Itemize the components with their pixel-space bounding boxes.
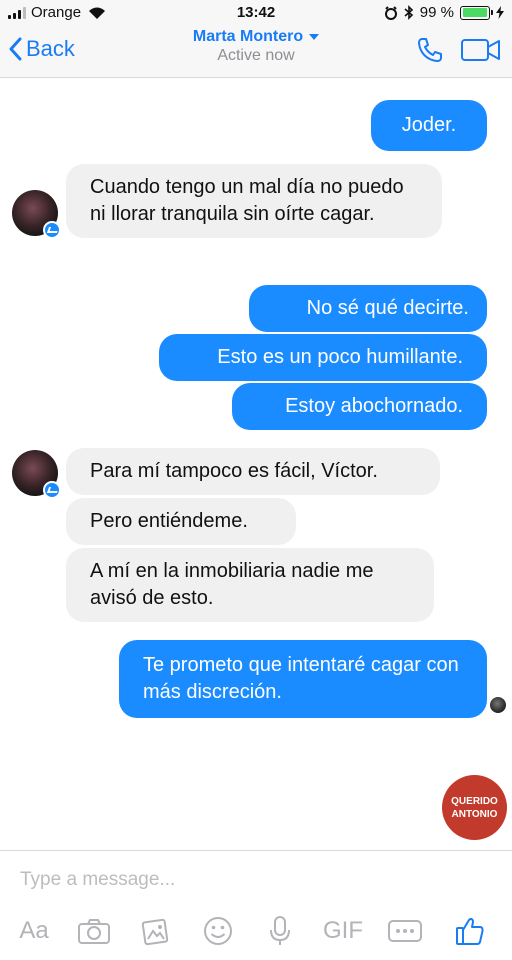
message-outgoing[interactable]: Esto es un poco humillante. — [159, 334, 487, 381]
thumbs-up-icon — [456, 917, 484, 945]
status-right: 99 % — [384, 4, 504, 21]
status-bar: Orange 13:42 99 % — [0, 0, 512, 28]
watermark-line-1: QUERIDO — [451, 795, 498, 807]
microphone-button[interactable] — [260, 909, 300, 953]
video-camera-icon[interactable] — [460, 37, 502, 63]
messenger-badge-icon — [43, 481, 61, 499]
phone-icon[interactable] — [416, 36, 444, 64]
gallery-icon — [141, 918, 169, 946]
message-outgoing[interactable]: Joder. — [371, 100, 487, 151]
message-incoming[interactable]: Cuando tengo un mal día no puedo ni llor… — [66, 164, 442, 238]
message-outgoing[interactable]: No sé qué decirte. — [249, 285, 487, 332]
more-icon — [388, 920, 422, 942]
composer-toolbar: Aa GIF — [0, 909, 512, 953]
watermark-logo: QUERIDO ANTONIO — [442, 775, 507, 840]
message-outgoing[interactable]: Te prometo que intentaré cagar con más d… — [119, 640, 487, 718]
alarm-clock-icon — [384, 5, 397, 20]
camera-icon — [78, 919, 110, 944]
caret-down-icon — [309, 33, 320, 40]
gif-label: GIF — [323, 917, 363, 944]
bluetooth-icon — [404, 5, 413, 20]
message-list[interactable]: Joder. Cuando tengo un mal día no puedo … — [0, 78, 512, 850]
charging-bolt-icon — [496, 6, 504, 19]
composer: Aa — [0, 850, 512, 960]
emoji-icon — [204, 917, 232, 945]
text-format-button[interactable]: Aa — [14, 909, 54, 953]
watermark-line-2: ANTONIO — [451, 808, 498, 820]
more-button[interactable] — [384, 909, 426, 953]
battery-icon — [460, 5, 493, 20]
gif-button[interactable]: GIF — [318, 909, 368, 953]
battery-fill — [462, 8, 488, 17]
message-incoming[interactable]: Pero entiéndeme. — [66, 498, 296, 545]
microphone-icon — [270, 916, 290, 945]
message-incoming[interactable]: Para mí tampoco es fácil, Víctor. — [66, 448, 440, 495]
emoji-button[interactable] — [198, 909, 238, 953]
contact-avatar[interactable] — [12, 450, 61, 499]
text-format-label: Aa — [19, 917, 49, 944]
like-button[interactable] — [450, 909, 490, 953]
header-actions — [416, 36, 502, 64]
contact-avatar[interactable] — [12, 190, 61, 239]
messenger-badge-icon — [43, 221, 61, 239]
message-input[interactable] — [20, 865, 480, 895]
battery-percentage: 99 % — [419, 4, 454, 21]
gallery-button[interactable] — [136, 909, 176, 953]
seen-indicator-avatar — [490, 697, 506, 713]
camera-button[interactable] — [74, 909, 114, 953]
chat-header: Back Marta Montero Active now — [0, 28, 512, 78]
message-outgoing[interactable]: Estoy abochornado. — [232, 383, 487, 430]
message-incoming[interactable]: A mí en la inmobiliaria nadie me avisó d… — [66, 548, 434, 622]
contact-name: Marta Montero — [192, 28, 304, 45]
